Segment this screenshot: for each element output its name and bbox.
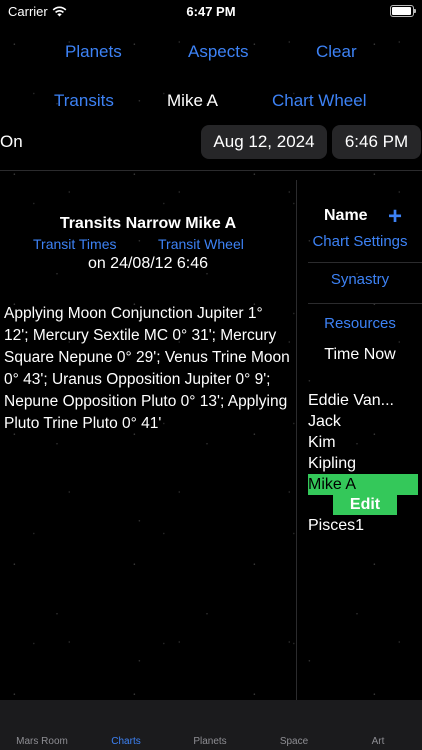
report-date: on 24/08/12 6:46	[87, 255, 209, 272]
report-title: Transits Narrow Mike A	[59, 215, 237, 232]
add-chart-plus-icon[interactable]: +	[388, 203, 402, 231]
chart-list-item[interactable]: Jack	[308, 411, 422, 432]
planets-button[interactable]: Planets	[65, 42, 122, 62]
subject-name: Mike A	[167, 91, 219, 110]
chart-wheel-button[interactable]: Chart Wheel	[272, 91, 366, 111]
sidebar-divider-2	[308, 303, 422, 304]
tab-mars-room[interactable]: Mars Room	[0, 736, 84, 747]
tab-planets[interactable]: Planets	[168, 736, 252, 747]
date-picker[interactable]: Aug 12, 2024	[201, 125, 327, 159]
header-divider	[0, 170, 422, 171]
tab-space[interactable]: Space	[252, 736, 336, 747]
tab-bar: Mars Room Charts Planets Space Art	[0, 700, 422, 750]
resources-button[interactable]: Resources	[298, 315, 422, 332]
chart-settings-button[interactable]: Chart Settings	[298, 233, 422, 250]
chart-list-item[interactable]: Kipling	[308, 453, 422, 474]
clear-button[interactable]: Clear	[316, 42, 357, 62]
status-time: 6:47 PM	[186, 4, 236, 19]
name-label: Name	[324, 207, 368, 224]
transit-times-link[interactable]: Transit Times	[33, 236, 117, 252]
battery-icon	[390, 5, 416, 17]
transit-report-text: Applying Moon Conjunction Jupiter 1° 12'…	[4, 305, 290, 432]
tab-charts[interactable]: Charts	[84, 736, 168, 747]
aspects-button[interactable]: Aspects	[188, 42, 248, 62]
sidebar-divider-1	[308, 262, 422, 263]
transit-wheel-link[interactable]: Transit Wheel	[158, 236, 244, 252]
status-bar: Carrier 6:47 PM	[0, 0, 422, 24]
chart-list: Eddie Van... Jack Kim Kipling Mike A Edi…	[308, 390, 422, 536]
transits-button[interactable]: Transits	[54, 91, 114, 111]
chart-list-item[interactable]: Eddie Van...	[308, 390, 422, 411]
time-picker[interactable]: 6:46 PM	[332, 125, 421, 159]
time-now-button[interactable]: Time Now	[298, 346, 422, 364]
chart-list-item[interactable]: Kim	[308, 432, 422, 453]
chart-list-item[interactable]: Pisces1	[308, 515, 422, 536]
on-label: On	[0, 132, 23, 151]
tab-art[interactable]: Art	[336, 736, 420, 747]
edit-button[interactable]: Edit	[333, 495, 397, 515]
name-header: Name +	[298, 203, 422, 230]
synastry-button[interactable]: Synastry	[298, 271, 422, 288]
sidebar-divider	[296, 180, 297, 700]
chart-list-item-selected[interactable]: Mike A	[308, 474, 418, 495]
